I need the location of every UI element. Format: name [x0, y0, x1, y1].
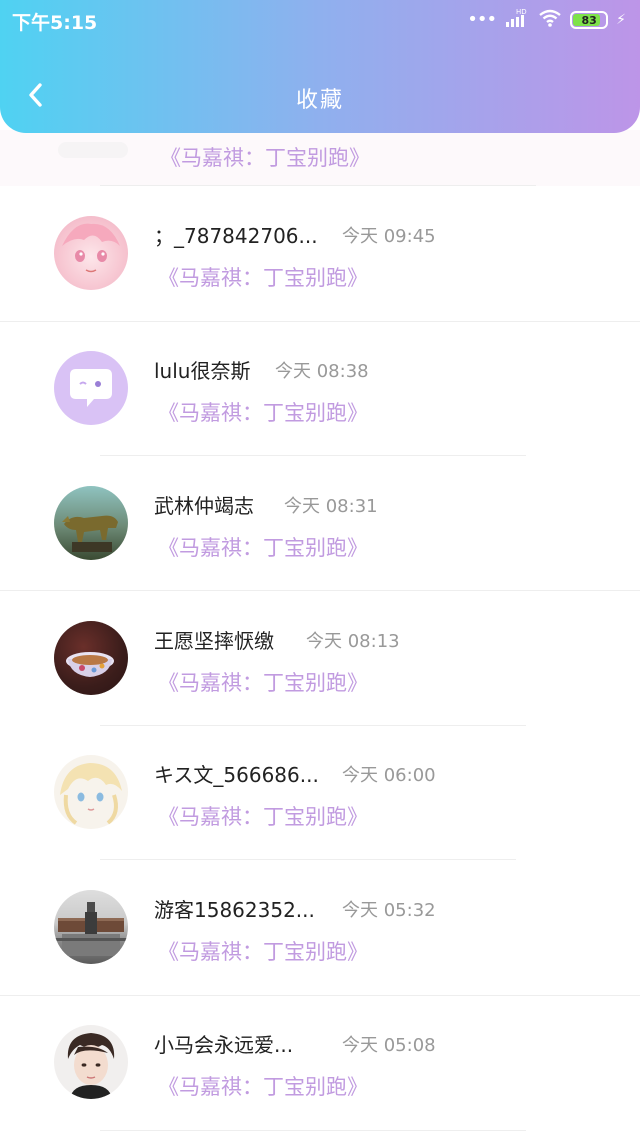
list-item[interactable]: ；_787842706... 今天 09:45 《马嘉祺：丁宝别跑》 [0, 186, 640, 321]
list-item-time: 今天 08:31 [284, 496, 378, 517]
list-item-time: 今天 08:13 [306, 631, 400, 652]
partial-avatar [58, 142, 128, 158]
nav-bar: 收藏 [0, 68, 640, 124]
list-item-message[interactable]: 《马嘉祺：丁宝别跑》 [158, 1071, 368, 1101]
page-title: 收藏 [295, 88, 344, 113]
status-bar: 下午5:15 ••• HD 83 ⚡ [0, 0, 640, 40]
avatar[interactable] [54, 755, 128, 829]
list-item[interactable]: 小马会永远爱... 今天 05:08 《马嘉祺：丁宝别跑》 [0, 995, 640, 1130]
list-item-message[interactable]: 《马嘉祺：丁宝别跑》 [158, 801, 368, 831]
partial-list-item[interactable]: 《马嘉祺：丁宝别跑》 [0, 130, 640, 186]
avatar[interactable] [54, 486, 128, 560]
battery-icon: 83 [570, 11, 609, 29]
list-item-message[interactable]: 《马嘉祺：丁宝别跑》 [158, 667, 368, 697]
list-item-time: 今天 09:45 [342, 226, 436, 247]
list-item-time: 今天 08:38 [275, 361, 369, 382]
avatar[interactable] [54, 1025, 128, 1099]
list-item-time: 今天 05:32 [342, 900, 436, 921]
signal-icon: HD [504, 8, 530, 32]
list-item-message[interactable]: 《马嘉祺：丁宝别跑》 [158, 262, 368, 292]
avatar[interactable] [54, 351, 128, 425]
list-item-name: 武林仲竭志 [154, 494, 254, 518]
list-item-name: キス文_566686... [154, 763, 319, 787]
list-item[interactable]: lulu很奈斯 今天 08:38 《马嘉祺：丁宝别跑》 [0, 321, 640, 456]
list-item-message: 《马嘉祺：丁宝别跑》 [160, 146, 370, 170]
list-item-name: 小马会永远爱... [154, 1033, 294, 1057]
list-item-message[interactable]: 《马嘉祺：丁宝别跑》 [158, 532, 368, 562]
divider [100, 1130, 526, 1131]
list-item-message[interactable]: 《马嘉祺：丁宝别跑》 [158, 397, 368, 427]
avatar[interactable] [54, 890, 128, 964]
wifi-icon [538, 8, 562, 32]
app-header: 下午5:15 ••• HD 83 ⚡ 收藏 [0, 0, 640, 133]
list-item-name: 游客15862352... [154, 898, 315, 922]
list-item-time: 今天 05:08 [342, 1035, 436, 1056]
list-item-name: ；_787842706... [154, 224, 318, 248]
more-dots-icon: ••• [467, 9, 497, 30]
status-icons: ••• HD 83 ⚡ [467, 8, 626, 32]
list-item-name: 王愿坚摔恹缴 [154, 629, 274, 653]
avatar[interactable] [54, 621, 128, 695]
list-item[interactable]: 王愿坚摔恹缴 今天 08:13 《马嘉祺：丁宝别跑》 [0, 591, 640, 726]
list-item[interactable]: 游客15862352... 今天 05:32 《马嘉祺：丁宝别跑》 [0, 860, 640, 995]
list-item-message[interactable]: 《马嘉祺：丁宝别跑》 [158, 936, 368, 966]
svg-text:HD: HD [516, 8, 527, 16]
status-time: 下午5:15 [12, 12, 98, 34]
list-item[interactable]: 武林仲竭志 今天 08:31 《马嘉祺：丁宝别跑》 [0, 456, 640, 591]
charging-icon: ⚡ [616, 12, 626, 28]
list-item-time: 今天 06:00 [342, 765, 436, 786]
avatar[interactable] [54, 216, 128, 290]
list-item-name: lulu很奈斯 [154, 359, 251, 383]
list-item[interactable]: キス文_566686... 今天 06:00 《马嘉祺：丁宝别跑》 [0, 725, 640, 860]
battery-level: 83 [581, 13, 597, 27]
